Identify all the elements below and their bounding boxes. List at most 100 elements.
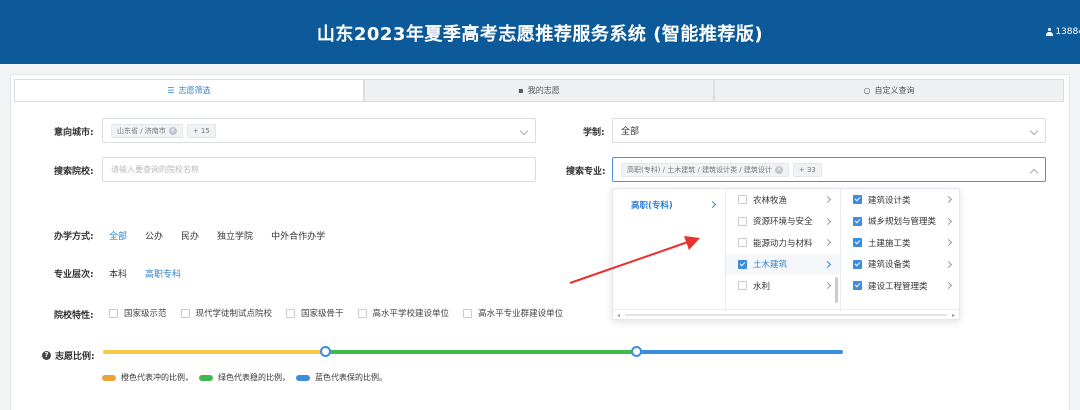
school-placeholder: 请输入要查询的院校名称 (111, 165, 199, 174)
major-select[interactable]: 高职(专科) / 土木建筑 / 建筑设计类 / 建筑设计 × + 33 (612, 157, 1046, 182)
duration-label: 学制: (583, 128, 605, 138)
cascader-item-civil[interactable]: 土木建筑 (726, 253, 840, 275)
city-tag-text: 山东省 / 济南市 (117, 126, 166, 135)
checkbox[interactable] (738, 259, 747, 269)
tab-my-choices[interactable]: ▪ 我的志愿 (364, 79, 714, 101)
user-icon (1046, 28, 1054, 36)
checkbox[interactable] (286, 308, 296, 318)
checkbox[interactable] (853, 216, 862, 226)
checkbox[interactable] (738, 216, 747, 226)
tab-custom-query[interactable]: ○ 自定义查询 (714, 79, 1064, 101)
close-icon[interactable]: × (168, 126, 177, 135)
checkbox[interactable] (853, 259, 862, 269)
cascader-item-urban-planning[interactable]: 城乡规划与管理类 (841, 211, 961, 233)
chevron-right-icon (823, 260, 832, 268)
trait-apprenticeship[interactable]: 现代学徒制试点院校 (180, 307, 272, 319)
scroll-thumb[interactable] (625, 314, 947, 316)
cascader-item-label: 高职(专科) (631, 200, 673, 211)
tab-filter-label: 志愿筛选 (178, 86, 211, 95)
city-tag[interactable]: 山东省 / 济南市 × (111, 123, 183, 138)
major-tag[interactable]: 高职(专科) / 土木建筑 / 建筑设计类 / 建筑设计 × (621, 162, 789, 177)
scroll-right-icon[interactable]: ▸ (952, 312, 955, 319)
ratio-bar-blue (635, 350, 843, 354)
ownership-option-private[interactable]: 民办 (181, 229, 199, 242)
cascader-item-vocational[interactable]: 高职(专科) (613, 194, 725, 216)
orange-swatch (102, 374, 116, 381)
tab-filter[interactable]: ☰ 志愿筛选 (14, 79, 364, 101)
ownership-option-public[interactable]: 公办 (145, 229, 163, 242)
cascader-item-arch-design[interactable]: 建筑设计类 (841, 189, 961, 211)
duration-value: 全部 (621, 127, 640, 137)
user-menu[interactable]: 13884 (1046, 27, 1080, 37)
school-label: 搜索院校: (54, 167, 94, 177)
checkbox[interactable] (357, 308, 367, 318)
cascader-item-agriculture[interactable]: 农林牧渔 (726, 189, 840, 211)
close-icon[interactable]: × (774, 165, 783, 174)
user-id: 13884 (1055, 27, 1080, 37)
question-icon[interactable]: ? (42, 351, 51, 360)
ratio-label-text: 志愿比例: (55, 352, 95, 362)
cascader-subcategory-column: 建筑设计类 城乡规划与管理类 土建施工类 建筑设备类 建设工程管理类 (841, 189, 961, 311)
checkbox[interactable] (109, 308, 118, 318)
chevron-right-icon (944, 260, 953, 268)
school-search-input[interactable]: 请输入要查询的院校名称 (102, 157, 536, 182)
level-label: 专业层次: (54, 270, 94, 280)
app-title: 山东2023年夏季高考志愿推荐服务系统 (智能推荐版) (316, 24, 764, 45)
cascader-item-resources[interactable]: 资源环境与安全 (726, 211, 840, 233)
cascader-item-water[interactable]: 水利 (726, 275, 840, 297)
chevron-right-icon (944, 217, 953, 225)
checkbox[interactable] (853, 238, 862, 248)
chevron-right-icon (823, 281, 832, 290)
checkbox[interactable] (738, 281, 747, 291)
ownership-label: 办学方式: (54, 232, 94, 242)
ratio-slider-handle-2[interactable] (630, 346, 642, 357)
ownership-option-sino-foreign[interactable]: 中外合作办学 (271, 229, 325, 242)
chevron-right-icon (944, 195, 953, 204)
checkbox[interactable] (463, 308, 473, 318)
checkbox[interactable] (180, 308, 190, 318)
duration-select[interactable]: 全部 (612, 118, 1046, 143)
checkbox[interactable] (853, 281, 862, 291)
level-option-vocational[interactable]: 高职专科 (145, 267, 181, 280)
cascader-item-label: 农林牧渔 (753, 195, 788, 206)
cascader-horizontal-scrollbar[interactable]: ◂ ▸ (613, 309, 959, 319)
cascader-item-construction[interactable]: 土建施工类 (841, 232, 961, 254)
city-more-tag: + 15 (186, 123, 216, 138)
cascader-item-label: 能源动力与材料 (753, 238, 813, 249)
app-header: 山东2023年夏季高考志愿推荐服务系统 (智能推荐版) 13884 (0, 0, 1080, 64)
ratio-bar-orange (103, 350, 325, 354)
traits-options: 国家级示范 现代学徒制试点院校 国家级骨干 高水平学校建设单位 高水平专业群建设… (109, 307, 563, 319)
major-more-tag: + 33 (792, 162, 822, 177)
chevron-right-icon (944, 238, 953, 247)
cascader-item-label: 城乡规划与管理类 (868, 217, 937, 228)
checkbox[interactable] (738, 195, 747, 205)
trait-national-backbone[interactable]: 国家级骨干 (286, 307, 344, 319)
checkbox[interactable] (738, 238, 747, 248)
legend-green: 绿色代表稳的比例， (199, 372, 290, 383)
chevron-right-icon (823, 238, 832, 247)
city-label: 意向城市: (54, 128, 94, 138)
trait-high-level-school[interactable]: 高水平学校建设单位 (357, 307, 449, 319)
city-select[interactable]: 山东省 / 济南市 × + 15 (102, 118, 536, 143)
scroll-left-icon[interactable]: ◂ (617, 312, 620, 319)
cascader-item-label: 水利 (753, 281, 771, 292)
ownership-option-all[interactable]: 全部 (109, 229, 127, 242)
ownership-options: 全部 公办 民办 独立学院 中外合作办学 (109, 229, 325, 242)
checkbox[interactable] (853, 195, 862, 205)
tab-bar: ☰ 志愿筛选 ▪ 我的志愿 ○ 自定义查询 (14, 79, 1064, 102)
ratio-legend: 橙色代表冲的比例， 绿色代表稳的比例， 蓝色代表保的比例。 (102, 372, 387, 383)
trait-high-level-major-group[interactable]: 高水平专业群建设单位 (463, 307, 563, 319)
red-arrow-annotation (569, 236, 700, 284)
legend-green-text: 绿色代表稳的比例， (218, 373, 290, 382)
cascader-item-energy[interactable]: 能源动力与材料 (726, 232, 840, 254)
cascader-scrollbar[interactable] (835, 277, 838, 303)
legend-blue-text: 蓝色代表保的比例。 (315, 373, 387, 382)
ownership-option-independent[interactable]: 独立学院 (217, 229, 253, 242)
legend-orange-text: 橙色代表冲的比例， (121, 373, 193, 382)
trait-national-model[interactable]: 国家级示范 (109, 307, 167, 319)
cascader-item-project-mgmt[interactable]: 建设工程管理类 (841, 275, 961, 297)
cascader-item-equipment[interactable]: 建筑设备类 (841, 254, 961, 276)
ratio-slider-handle-1[interactable] (320, 346, 331, 357)
level-option-undergrad[interactable]: 本科 (109, 267, 127, 280)
chevron-up-icon (1029, 168, 1039, 178)
